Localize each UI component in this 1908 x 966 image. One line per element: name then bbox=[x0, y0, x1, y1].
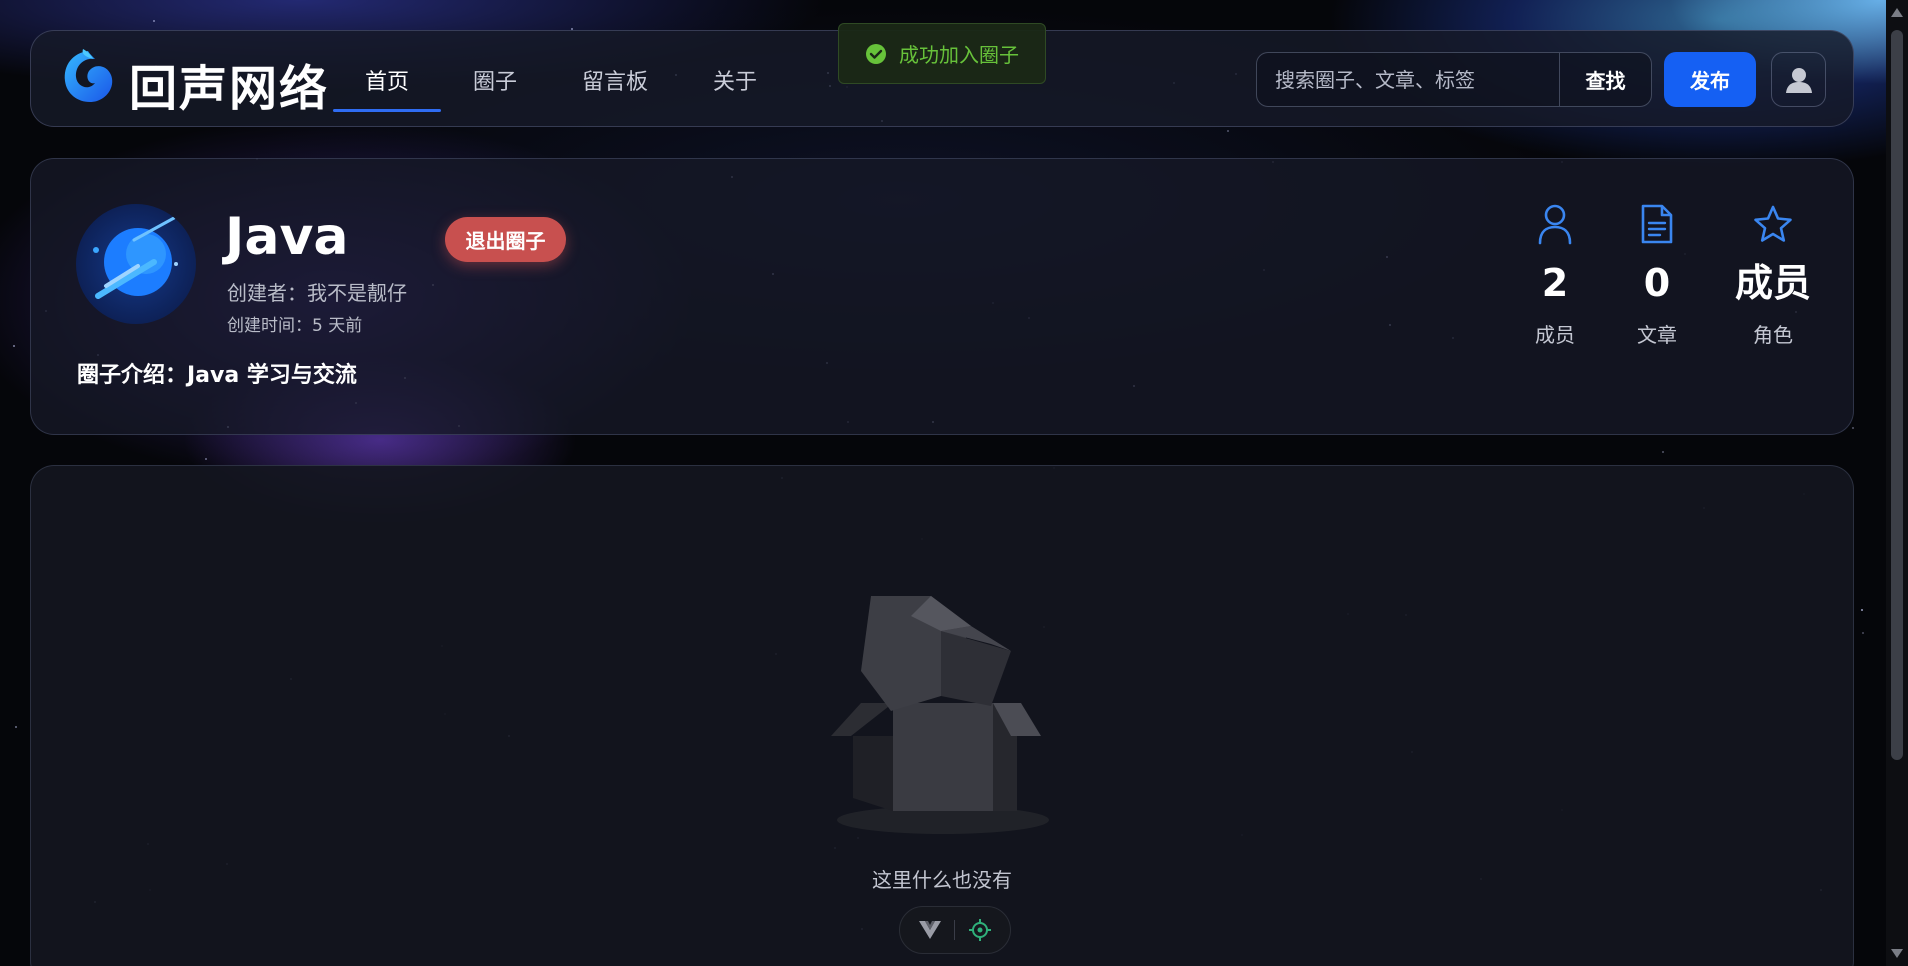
star bbox=[1662, 451, 1664, 453]
logo-icon[interactable] bbox=[61, 47, 115, 107]
empty-box-illustration bbox=[831, 596, 1049, 834]
star bbox=[1861, 609, 1863, 611]
articles-count: 0 bbox=[1643, 261, 1671, 305]
star bbox=[1852, 427, 1854, 429]
main-nav: 首页 圈子 留言板 关于 bbox=[333, 31, 789, 128]
devtools-toggle[interactable] bbox=[899, 906, 1011, 954]
vue-logo-icon[interactable] bbox=[918, 920, 942, 940]
document-icon bbox=[1641, 204, 1673, 244]
tab-message-board[interactable]: 留言板 bbox=[549, 31, 681, 128]
circle-created-time: 创建时间：5 天前 bbox=[227, 316, 363, 336]
inspect-target-icon[interactable] bbox=[968, 918, 992, 942]
articles-label: 文章 bbox=[1637, 323, 1677, 347]
publish-button[interactable]: 发布 bbox=[1664, 52, 1756, 107]
scroll-up-arrow-icon[interactable] bbox=[1891, 8, 1903, 17]
circle-info-card: Java 退出圈子 创建者：我不是靓仔 创建时间：5 天前 圈子介绍：Java … bbox=[30, 158, 1854, 435]
user-icon bbox=[1538, 204, 1572, 245]
star bbox=[13, 345, 15, 347]
star bbox=[15, 726, 17, 728]
content-panel: 这里什么也没有 bbox=[30, 465, 1854, 966]
circle-name: Java bbox=[225, 207, 349, 267]
stat-role: 成员 角色 bbox=[1713, 203, 1833, 348]
user-menu-button[interactable] bbox=[1771, 52, 1826, 107]
role-label: 角色 bbox=[1753, 323, 1793, 347]
toast-message: 成功加入圈子 bbox=[899, 43, 1019, 67]
search-box: 查找 bbox=[1256, 52, 1652, 107]
circle-creator: 创建者：我不是靓仔 bbox=[227, 281, 407, 305]
star bbox=[205, 458, 207, 460]
star bbox=[1227, 130, 1229, 132]
role-value: 成员 bbox=[1734, 261, 1811, 305]
user-avatar-icon bbox=[1785, 67, 1812, 93]
scroll-down-arrow-icon[interactable] bbox=[1891, 949, 1903, 958]
tab-about[interactable]: 关于 bbox=[681, 31, 789, 128]
planet-icon bbox=[93, 216, 178, 299]
leave-circle-button[interactable]: 退出圈子 bbox=[445, 217, 566, 262]
search-input[interactable] bbox=[1257, 53, 1559, 106]
tab-home[interactable]: 首页 bbox=[333, 31, 441, 128]
tab-circles[interactable]: 圈子 bbox=[441, 31, 549, 128]
page-scrollbar[interactable] bbox=[1886, 0, 1908, 966]
circle-avatar bbox=[76, 204, 196, 324]
success-toast: 成功加入圈子 bbox=[838, 23, 1046, 84]
star bbox=[153, 20, 155, 22]
stat-articles: 0 文章 bbox=[1597, 203, 1717, 348]
scroll-thumb[interactable] bbox=[1891, 30, 1903, 760]
star-icon bbox=[1754, 205, 1792, 242]
search-button[interactable]: 查找 bbox=[1559, 53, 1651, 106]
brand-name[interactable]: 回声网络 bbox=[129, 49, 329, 119]
devtools-separator bbox=[954, 920, 956, 940]
check-circle-icon bbox=[866, 43, 886, 64]
circle-intro: 圈子介绍：Java 学习与交流 bbox=[77, 363, 357, 388]
empty-state-text: 这里什么也没有 bbox=[872, 868, 1012, 892]
star bbox=[1862, 632, 1864, 634]
